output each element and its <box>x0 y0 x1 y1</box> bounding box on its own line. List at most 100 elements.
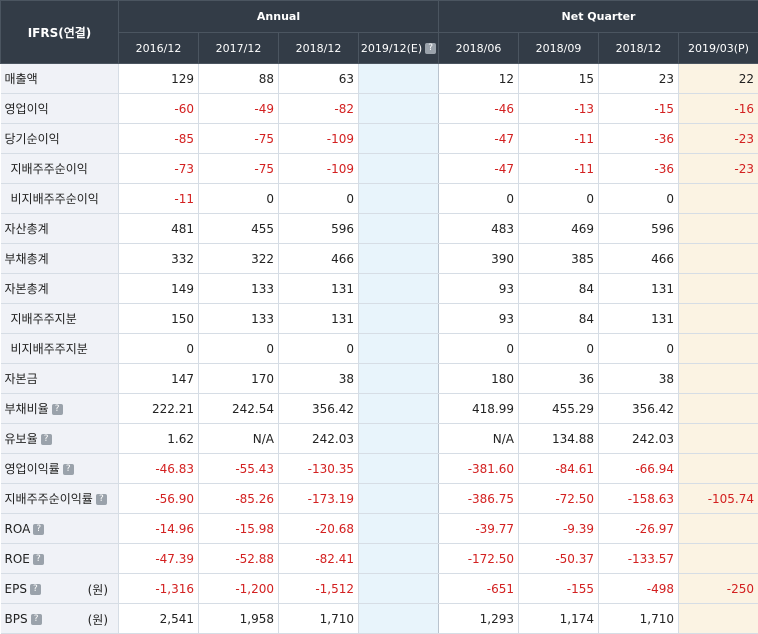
value-cell: 22 <box>679 64 758 94</box>
value-cell <box>359 244 439 274</box>
value-cell <box>359 574 439 604</box>
row-label: EPS?(원) <box>1 574 119 604</box>
period-label: 2018/09 <box>536 42 582 55</box>
row-label: 지배주주순이익 <box>1 154 119 184</box>
row-label: 자본총계 <box>1 274 119 304</box>
value-cell <box>359 214 439 244</box>
value-cell: 84 <box>519 274 599 304</box>
value-cell: -60 <box>119 94 199 124</box>
value-cell <box>359 394 439 424</box>
value-cell: 390 <box>439 244 519 274</box>
value-cell: -1,316 <box>119 574 199 604</box>
period-header: 2017/12 <box>199 33 279 64</box>
period-label: 2018/12 <box>616 42 662 55</box>
value-cell: 466 <box>599 244 679 274</box>
value-cell: 180 <box>439 364 519 394</box>
value-cell: 222.21 <box>119 394 199 424</box>
help-icon[interactable]: ? <box>30 584 41 595</box>
help-icon[interactable]: ? <box>31 614 42 625</box>
value-cell: 1.62 <box>119 424 199 454</box>
value-cell <box>679 244 758 274</box>
value-cell <box>359 544 439 574</box>
help-icon[interactable]: ? <box>96 494 107 505</box>
row-label-text: BPS <box>5 612 28 626</box>
financial-summary-table: IFRS(연결) Annual Net Quarter 2016/122017/… <box>0 0 758 634</box>
value-cell: -15 <box>599 94 679 124</box>
help-icon[interactable]: ? <box>63 464 74 475</box>
value-cell: 466 <box>279 244 359 274</box>
value-cell: -85.26 <box>199 484 279 514</box>
value-cell: -47 <box>439 154 519 184</box>
row-label: 지배주주순이익률? <box>1 484 119 514</box>
table-row: 지배주주순이익률?-56.90-85.26-173.19-386.75-72.5… <box>1 484 758 514</box>
period-label: 2019/03(P) <box>688 42 749 55</box>
value-cell: 0 <box>279 184 359 214</box>
row-label: 자본금 <box>1 364 119 394</box>
value-cell <box>359 304 439 334</box>
value-cell <box>359 454 439 484</box>
value-cell: -109 <box>279 124 359 154</box>
row-label-text: 부채총계 <box>5 252 49 266</box>
help-icon[interactable]: ? <box>33 524 44 535</box>
table-row: 지배주주지분1501331319384131 <box>1 304 758 334</box>
value-cell: 38 <box>599 364 679 394</box>
value-cell: -16 <box>679 94 758 124</box>
value-cell: 481 <box>119 214 199 244</box>
value-cell: -82.41 <box>279 544 359 574</box>
value-cell: -26.97 <box>599 514 679 544</box>
row-label-text: 자본총계 <box>5 282 49 296</box>
value-cell <box>359 424 439 454</box>
value-cell: 385 <box>519 244 599 274</box>
value-cell <box>679 364 758 394</box>
help-icon[interactable]: ? <box>33 554 44 565</box>
value-cell: 596 <box>599 214 679 244</box>
value-cell: 0 <box>439 184 519 214</box>
value-cell: 356.42 <box>279 394 359 424</box>
value-cell: 93 <box>439 274 519 304</box>
value-cell: -47 <box>439 124 519 154</box>
value-cell: -9.39 <box>519 514 599 544</box>
value-cell: -109 <box>279 154 359 184</box>
value-cell: -11 <box>519 154 599 184</box>
value-cell: 88 <box>199 64 279 94</box>
help-icon[interactable]: ? <box>41 434 52 445</box>
value-cell: -49 <box>199 94 279 124</box>
help-icon[interactable]: ? <box>52 404 63 415</box>
value-cell: -133.57 <box>599 544 679 574</box>
value-cell: -39.77 <box>439 514 519 544</box>
row-label-text: 매출액 <box>5 72 38 86</box>
table-row: ROE?-47.39-52.88-82.41-172.50-50.37-133.… <box>1 544 758 574</box>
value-cell: 242.03 <box>279 424 359 454</box>
row-label: ROA? <box>1 514 119 544</box>
value-cell: 133 <box>199 274 279 304</box>
table-row: 당기순이익-85-75-109-47-11-36-23 <box>1 124 758 154</box>
row-label-text: 지배주주순이익 <box>11 162 88 176</box>
help-icon[interactable]: ? <box>425 43 436 54</box>
row-label: 비지배주주순이익 <box>1 184 119 214</box>
value-cell: -75 <box>199 124 279 154</box>
value-cell: 131 <box>599 304 679 334</box>
value-cell <box>679 214 758 244</box>
value-cell: -82 <box>279 94 359 124</box>
value-cell <box>679 274 758 304</box>
value-cell <box>679 454 758 484</box>
value-cell: -381.60 <box>439 454 519 484</box>
value-cell: 84 <box>519 304 599 334</box>
period-label: 2019/12(E) <box>361 42 422 55</box>
period-header: 2018/12 <box>599 33 679 64</box>
value-cell: 356.42 <box>599 394 679 424</box>
unit-label: (원) <box>88 581 108 598</box>
value-cell: -23 <box>679 124 758 154</box>
value-cell: -36 <box>599 124 679 154</box>
value-cell <box>359 604 439 634</box>
row-label-text: 비지배주주순이익 <box>11 192 99 206</box>
period-header: 2018/12 <box>279 33 359 64</box>
period-header: 2016/12 <box>119 33 199 64</box>
value-cell: -11 <box>119 184 199 214</box>
value-cell: 1,174 <box>519 604 599 634</box>
value-cell: -20.68 <box>279 514 359 544</box>
row-label: 부채비율? <box>1 394 119 424</box>
value-cell: 242.03 <box>599 424 679 454</box>
row-label: 당기순이익 <box>1 124 119 154</box>
value-cell: 0 <box>599 184 679 214</box>
